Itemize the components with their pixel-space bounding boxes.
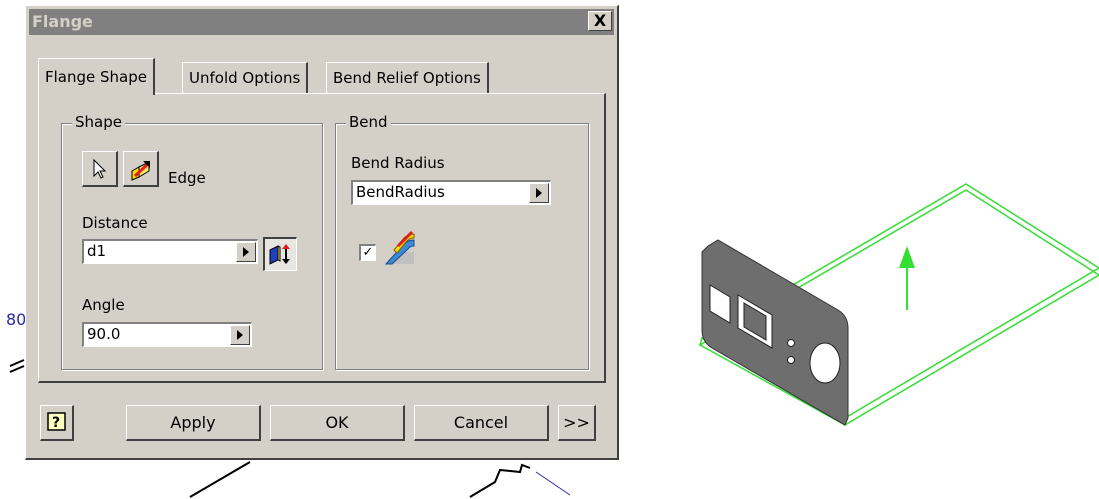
bend-radius-label: Bend Radius	[351, 154, 445, 172]
bend-groupbox: Bend Bend Radius BendRadius ✓	[335, 113, 589, 370]
select-edge-button[interactable]	[82, 151, 118, 187]
edge-mode-button[interactable]	[123, 151, 159, 187]
help-button[interactable]: ?	[40, 405, 74, 441]
sketch-line	[9, 365, 25, 373]
edge-select-icon	[131, 161, 151, 181]
tab-label: Flange Shape	[45, 68, 147, 86]
apply-button[interactable]: Apply	[126, 405, 261, 441]
dialog-titlebar[interactable]: Flange	[29, 9, 614, 35]
dialog-title: Flange	[32, 12, 93, 31]
ok-button[interactable]: OK	[270, 405, 405, 441]
angle-label: Angle	[82, 296, 125, 314]
close-button[interactable]: X	[588, 11, 612, 31]
bend-radius-input[interactable]: BendRadius	[351, 180, 551, 205]
help-icon: ?	[47, 412, 66, 431]
tab-label: Unfold Options	[189, 69, 301, 87]
select-arrow-icon	[93, 158, 107, 179]
tab-panel-flange-shape: Shape Edge Distance d1 Angle 90.0 Bend B…	[38, 93, 606, 383]
flange-dialog: Flange X Flange Shape Unfold Options Ben…	[25, 5, 619, 460]
distance-dropdown-arrow[interactable]	[236, 242, 256, 262]
distance-value: d1	[87, 242, 107, 260]
cancel-button[interactable]: Cancel	[414, 405, 549, 441]
sketch-line	[535, 471, 571, 496]
bend-extents-checkbox[interactable]: ✓	[359, 244, 376, 261]
shape-groupbox: Shape Edge Distance d1 Angle 90.0	[61, 113, 323, 370]
tab-unfold-options[interactable]: Unfold Options	[182, 62, 309, 93]
angle-input[interactable]: 90.0	[82, 322, 252, 347]
angle-dropdown-arrow[interactable]	[230, 325, 250, 345]
more-button[interactable]: >>	[558, 405, 596, 441]
flip-direction-icon	[269, 244, 290, 265]
tab-flange-shape[interactable]: Flange Shape	[38, 58, 155, 95]
sketch-line	[9, 359, 25, 367]
angle-value: 90.0	[87, 325, 121, 343]
bend-extents-icon	[384, 230, 415, 265]
tab-label: Bend Relief Options	[333, 69, 481, 87]
shape-group-title: Shape	[72, 113, 125, 131]
sketch-line	[469, 463, 531, 498]
distance-input[interactable]: d1	[82, 239, 258, 264]
bend-radius-dropdown-arrow[interactable]	[529, 183, 549, 203]
sketch-line	[189, 461, 251, 498]
edge-label: Edge	[168, 169, 206, 187]
dimension-label: 80	[6, 310, 27, 329]
flip-direction-button[interactable]	[263, 237, 297, 271]
direction-arrow	[899, 246, 915, 310]
bend-group-title: Bend	[346, 113, 391, 131]
help-glyph: ?	[52, 415, 60, 431]
distance-label: Distance	[82, 214, 148, 232]
bend-radius-value: BendRadius	[356, 183, 445, 201]
tab-bend-relief-options[interactable]: Bend Relief Options	[326, 62, 489, 93]
sheet-metal-face	[701, 239, 849, 426]
